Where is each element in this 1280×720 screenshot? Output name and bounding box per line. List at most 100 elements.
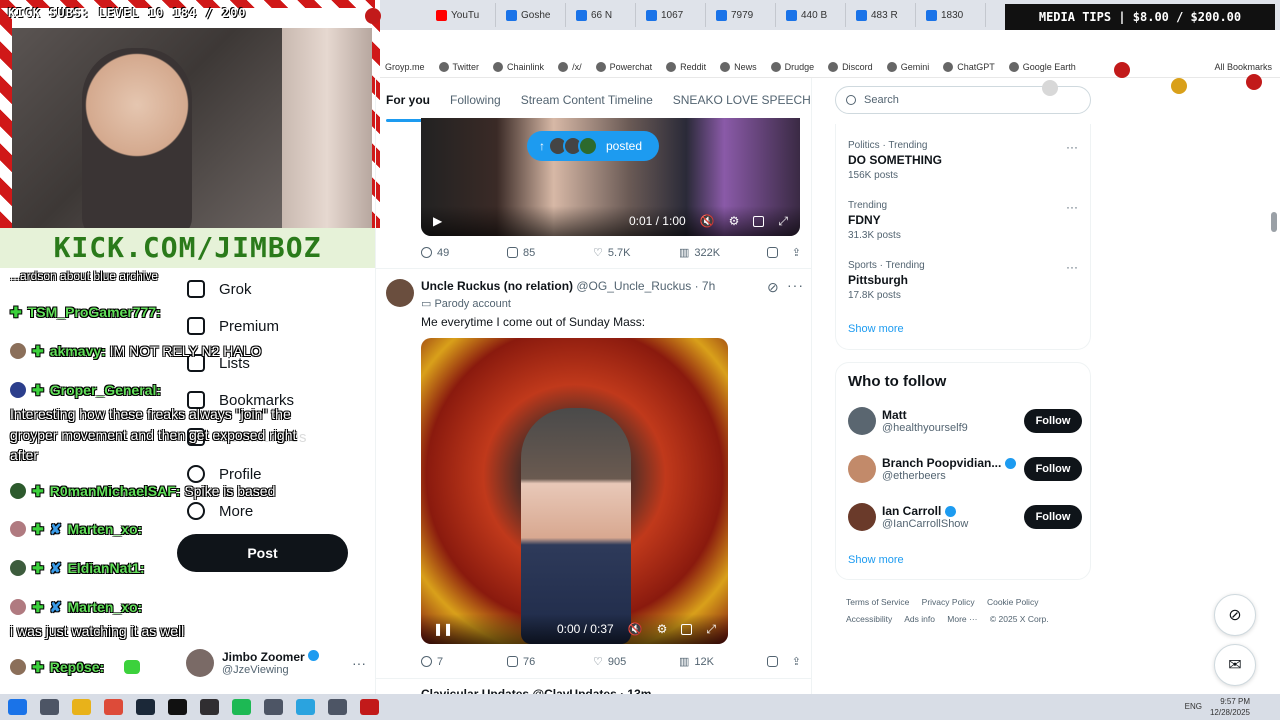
mail-icon: ✉ <box>1228 657 1242 674</box>
browser-tab[interactable]: 1830 <box>920 3 986 27</box>
footer-link[interactable]: More ··· <box>947 614 977 624</box>
reply-button[interactable]: 49 <box>421 247 507 259</box>
app-icon[interactable] <box>328 699 347 715</box>
settings-icon[interactable]: ⚙ <box>729 214 740 228</box>
more-dots-icon[interactable]: ··· <box>1066 140 1078 154</box>
bookmark-twitter[interactable]: Twitter <box>438 61 479 72</box>
trend-item[interactable]: Politics · Trending DO SOMETHING 156K po… <box>848 140 1078 181</box>
like-button[interactable]: ♡ 905 <box>593 655 679 669</box>
bookmark-news[interactable]: News <box>720 61 757 72</box>
views-button[interactable]: ▥ 322K <box>679 246 765 260</box>
trend-item[interactable]: Sports · Trending Pittsburgh 17.8K posts… <box>848 260 1078 301</box>
avatar[interactable] <box>386 279 414 307</box>
browser-tab[interactable]: 483 R <box>850 3 916 27</box>
settings-icon[interactable]: ⚙ <box>657 622 668 636</box>
repost-button[interactable]: 76 <box>507 656 593 668</box>
bookmark-google-earth[interactable]: Google Earth <box>1008 61 1076 72</box>
address-bar[interactable] <box>380 30 1280 54</box>
footer-link[interactable]: Terms of Service <box>846 597 909 607</box>
like-button[interactable]: ♡ 5.7K <box>593 246 679 260</box>
follow-suggestion[interactable]: Branch Poopvidian... @etherbeers Follow <box>848 452 1082 486</box>
repost-button[interactable]: 85 <box>507 247 593 259</box>
bookmark-powerchat[interactable]: Powerchat <box>595 61 652 72</box>
footer-link[interactable]: Accessibility <box>846 614 892 624</box>
browser-tab[interactable]: 440 B <box>780 3 846 27</box>
more-dots-icon[interactable]: ··· <box>1066 200 1078 214</box>
fullscreen-icon[interactable]: ⤢ <box>706 622 716 637</box>
account-switcher[interactable]: Jimbo Zoomer @JzeViewing ··· <box>186 645 366 681</box>
grok-explain-icon[interactable]: ⊘ <box>767 279 780 296</box>
bookmark-groyp[interactable]: Groyp.me <box>385 62 425 72</box>
task-view-icon[interactable] <box>40 699 59 715</box>
scrollbar[interactable] <box>1271 212 1277 232</box>
share-button[interactable]: ⇪ <box>792 655 801 668</box>
browser-tab[interactable]: 1067 <box>640 3 706 27</box>
spotify-icon[interactable] <box>232 699 251 715</box>
bookmark-button[interactable] <box>766 656 778 667</box>
browser-tab[interactable]: 7979 <box>710 3 776 27</box>
bookmark-gemini[interactable]: Gemini <box>886 61 929 72</box>
nav-grok[interactable]: Grok <box>187 280 252 298</box>
tab-stream-content-timeline[interactable]: Stream Content Timeline <box>521 86 653 122</box>
kick-icon[interactable] <box>168 699 187 715</box>
share-button[interactable]: ⇪ <box>792 246 801 259</box>
pause-icon[interactable]: ❚❚ <box>433 622 453 636</box>
chrome-icon[interactable] <box>104 699 123 715</box>
system-clock[interactable]: 9:57 PM 12/28/2025 <box>1210 696 1250 718</box>
more-dots-icon[interactable]: ··· <box>787 277 804 293</box>
show-more-trends[interactable]: Show more <box>848 323 904 335</box>
footer-link[interactable]: Cookie Policy <box>987 597 1039 607</box>
views-button[interactable]: ▥ 12K <box>679 655 765 669</box>
follow-button[interactable]: Follow <box>1024 505 1082 529</box>
start-icon[interactable] <box>8 699 27 715</box>
new-posts-pill[interactable]: ↑ posted <box>527 131 659 161</box>
all-bookmarks[interactable]: All Bookmarks <box>1214 62 1272 72</box>
obs-icon[interactable] <box>200 699 219 715</box>
bookmark-drudge[interactable]: Drudge <box>770 61 814 72</box>
show-more-follow[interactable]: Show more <box>848 554 904 566</box>
app-icon[interactable] <box>360 699 379 715</box>
footer-link[interactable]: Ads info <box>904 614 935 624</box>
steam-icon[interactable] <box>136 699 155 715</box>
telegram-icon[interactable] <box>296 699 315 715</box>
browser-tab[interactable]: 66 N <box>570 3 636 27</box>
tab-following[interactable]: Following <box>450 86 501 122</box>
app-icon[interactable] <box>264 699 283 715</box>
grok-float-button[interactable]: ⊘ <box>1214 594 1256 636</box>
nav-premium[interactable]: Premium <box>187 317 279 335</box>
nav-profile[interactable]: Profile <box>187 465 262 483</box>
follow-button[interactable]: Follow <box>1024 409 1082 433</box>
tweet-author-name[interactable]: Uncle Ruckus (no relation) <box>421 279 573 293</box>
bookmark-x-board[interactable]: /x/ <box>558 61 582 72</box>
tab-sneako-love-speech[interactable]: SNEAKO LOVE SPEECH <box>673 86 811 122</box>
bookmark-chainlink[interactable]: Chainlink <box>493 61 544 72</box>
tab-for-you[interactable]: For you <box>386 86 430 122</box>
follow-button[interactable]: Follow <box>1024 457 1082 481</box>
fullscreen-icon[interactable]: ⤢ <box>778 214 788 229</box>
tweet-author-handle[interactable]: @OG_Uncle_Ruckus · 7h <box>576 279 715 293</box>
bookmark-reddit[interactable]: Reddit <box>666 61 706 72</box>
video-player[interactable]: ❚❚ 0:00 / 0:37 🔇 ⚙ ⤢ <box>421 338 728 644</box>
bookmark-button[interactable] <box>766 247 778 258</box>
browser-tab[interactable]: YouTu <box>430 3 496 27</box>
follow-suggestion[interactable]: Ian Carroll @IanCarrollShow Follow <box>848 500 1082 534</box>
play-icon[interactable]: ▶ <box>433 214 442 228</box>
reply-button[interactable]: 7 <box>421 656 507 668</box>
mute-icon[interactable]: 🔇 <box>700 214 715 228</box>
post-button[interactable]: Post <box>177 534 348 572</box>
bookmark-discord[interactable]: Discord <box>828 61 873 72</box>
trend-item[interactable]: Trending FDNY 31.3K posts ··· <box>848 200 1078 241</box>
language-indicator[interactable]: ENG <box>1185 702 1202 711</box>
messages-float-button[interactable]: ✉ <box>1214 644 1256 686</box>
footer-link[interactable]: Privacy Policy <box>922 597 975 607</box>
bookmark-chatgpt[interactable]: ChatGPT <box>943 61 995 72</box>
pip-icon[interactable] <box>681 623 693 635</box>
repost-icon <box>507 656 518 667</box>
more-dots-icon[interactable]: ··· <box>1066 260 1078 274</box>
mute-icon[interactable]: 🔇 <box>628 622 643 636</box>
browser-tab[interactable]: Goshe <box>500 3 566 27</box>
follow-suggestion[interactable]: Matt @healthyourself9 Follow <box>848 404 1082 438</box>
file-explorer-icon[interactable] <box>72 699 91 715</box>
pip-icon[interactable] <box>753 215 765 227</box>
nav-more[interactable]: More <box>187 502 253 520</box>
